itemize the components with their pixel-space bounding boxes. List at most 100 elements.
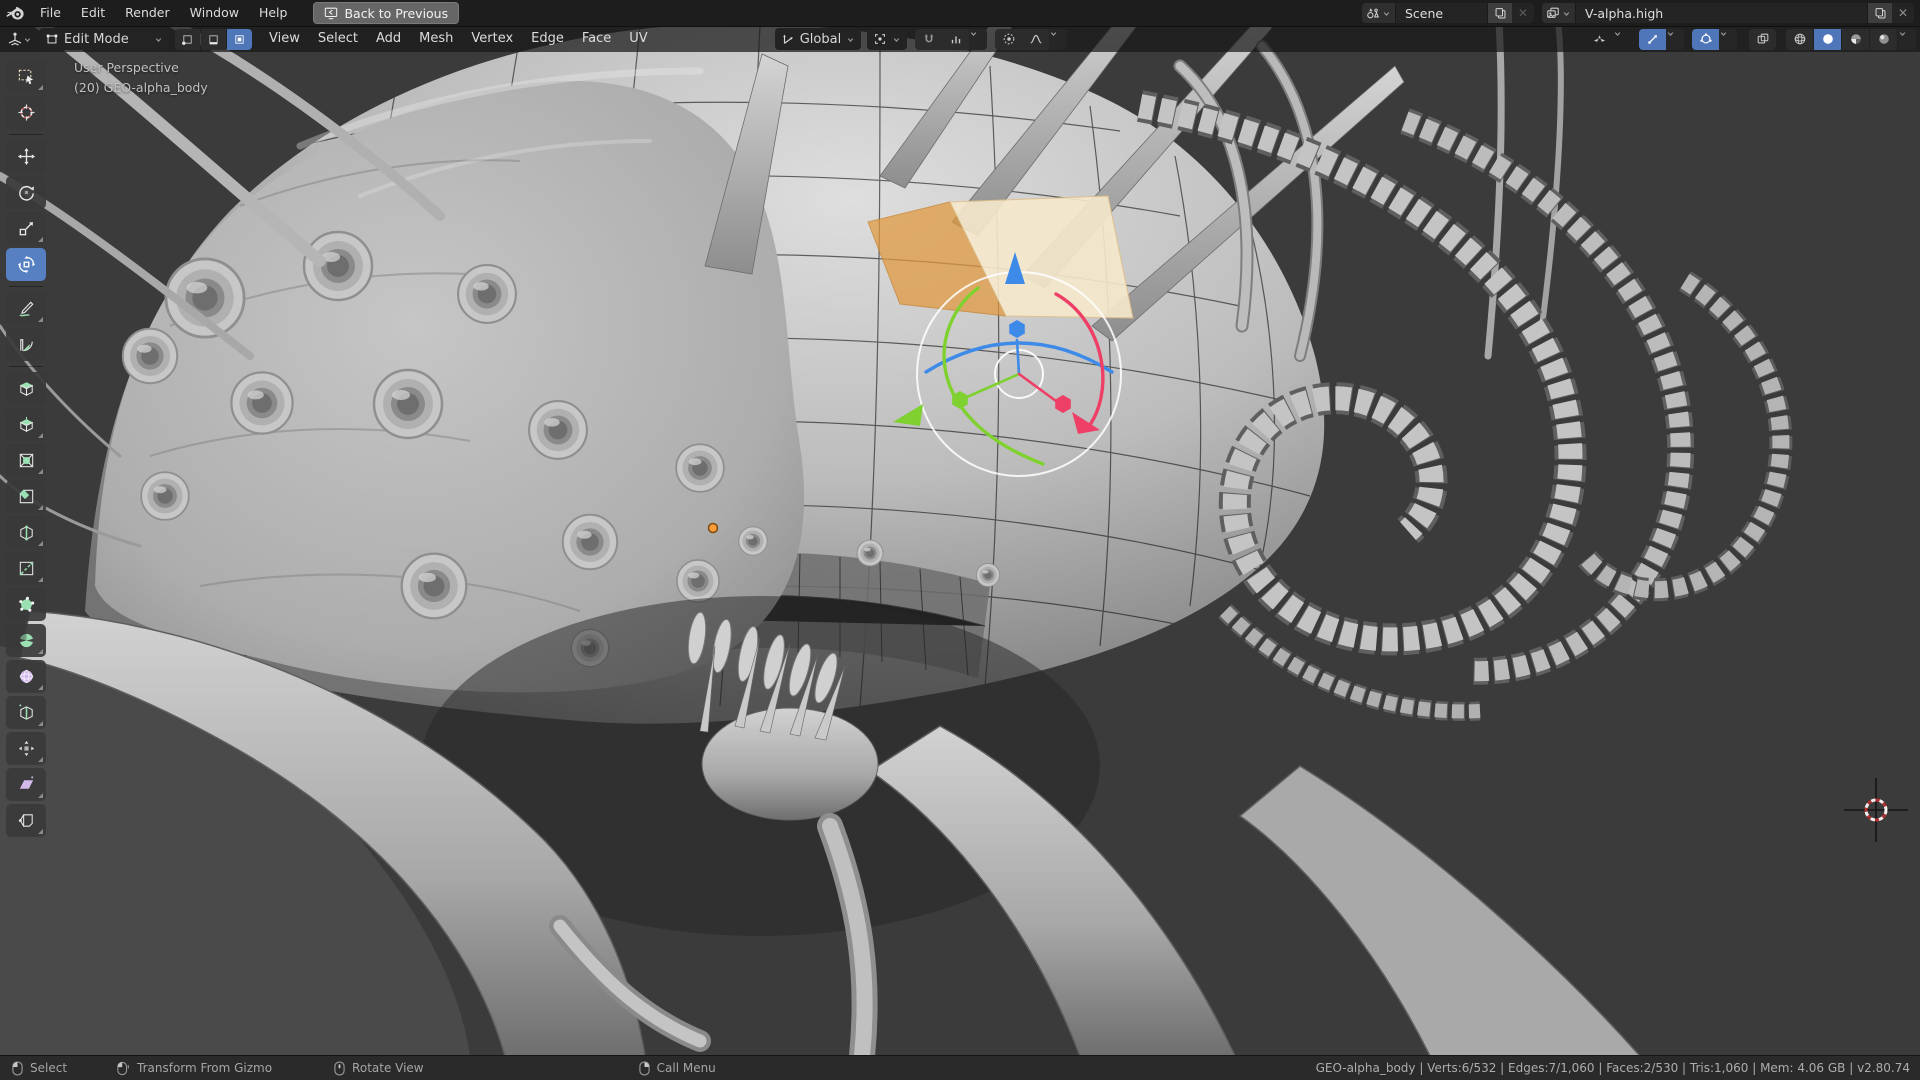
viewport-menu-edge[interactable]: Edge <box>522 26 573 52</box>
inset-faces-icon <box>17 451 36 470</box>
keymap-hint-rotate-view: Rotate View <box>334 1061 424 1076</box>
face-select-mode-button[interactable] <box>227 29 252 50</box>
viewport-header: Edit Mode View Select Add Mesh Vertex Ed… <box>0 26 1920 52</box>
mode-dropdown[interactable]: Edit Mode <box>39 28 169 50</box>
pivot-point-icon <box>873 32 887 46</box>
shading-material-button[interactable] <box>1842 29 1869 50</box>
tool-shrink-fatten-button[interactable] <box>6 732 46 765</box>
scene-browse-button[interactable] <box>1362 3 1396 23</box>
show-gizmos-toggle[interactable] <box>1639 29 1666 50</box>
tool-annotate-button[interactable] <box>6 292 46 325</box>
menu-render[interactable]: Render <box>115 0 180 26</box>
view-layer-name-field[interactable]: V-alpha.high <box>1576 6 1867 21</box>
snap-with-button[interactable] <box>942 29 969 50</box>
show-overlays-toggle[interactable] <box>1692 29 1719 50</box>
tool-add-cube-button[interactable] <box>6 372 46 405</box>
new-view-layer-button[interactable] <box>1867 3 1892 23</box>
menu-edit[interactable]: Edit <box>71 0 115 26</box>
proportional-editing-toggle[interactable] <box>995 29 1022 50</box>
transform-orientation-dropdown[interactable]: Global <box>775 28 861 50</box>
edge-slide-icon <box>17 703 36 722</box>
tool-inset-faces-button[interactable] <box>6 444 46 477</box>
chevron-down-icon[interactable] <box>1666 29 1684 50</box>
tool-spin-button[interactable] <box>6 624 46 657</box>
tool-shear-button[interactable] <box>6 768 46 801</box>
vertex-select-mode-button[interactable] <box>175 29 200 50</box>
xray-toggle[interactable] <box>1749 29 1776 50</box>
shading-wireframe-button[interactable] <box>1786 29 1813 50</box>
proportional-falloff-button[interactable] <box>1022 29 1049 50</box>
xray-toggle-group <box>1749 29 1776 50</box>
active-object-label: (20) GEO-alpha_body <box>74 78 208 98</box>
3d-viewport[interactable]: Edit Mode View Select Add Mesh Vertex Ed… <box>0 26 1920 1056</box>
tool-rip-region-button[interactable] <box>6 804 46 837</box>
chevron-down-icon[interactable] <box>1898 29 1916 50</box>
mouse-left-button-icon <box>12 1061 23 1076</box>
scene-icon <box>1366 6 1380 20</box>
select-box-icon <box>17 67 36 86</box>
scene-statistics: GEO-alpha_body | Verts:6/532 | Edges:7/1… <box>1316 1061 1920 1075</box>
orientation-axes-icon <box>781 32 795 46</box>
hint-label: Select <box>30 1061 67 1075</box>
viewport-menu-add[interactable]: Add <box>367 26 410 52</box>
tool-loop-cut-button[interactable] <box>6 516 46 549</box>
chevron-down-icon[interactable] <box>1719 29 1737 50</box>
pivot-point-dropdown[interactable] <box>867 28 907 50</box>
editor-type-button[interactable] <box>4 28 35 50</box>
keymap-hint-select: Select <box>12 1061 67 1076</box>
edit-mode-icon <box>45 32 59 46</box>
tool-edge-slide-button[interactable] <box>6 696 46 729</box>
viewport-menu-mesh[interactable]: Mesh <box>410 26 462 52</box>
back-to-previous-button[interactable]: Back to Previous <box>313 2 459 24</box>
blender-logo-icon[interactable] <box>0 3 30 24</box>
snap-toggle-button[interactable] <box>915 29 942 50</box>
tool-scale-button[interactable] <box>6 212 46 245</box>
show-gizmo-dropdown[interactable] <box>1586 29 1631 50</box>
viewport-menu-vertex[interactable]: Vertex <box>462 26 522 52</box>
gizmo-select-icon <box>1586 29 1613 50</box>
viewport-menu-view[interactable]: View <box>260 26 309 52</box>
scene-selector: Scene ✕ <box>1362 3 1534 23</box>
tool-poly-build-button[interactable] <box>6 588 46 621</box>
viewport-info-overlay: User Perspective (20) GEO-alpha_body <box>74 58 208 98</box>
chevron-down-icon[interactable] <box>1049 29 1067 50</box>
chevron-down-icon <box>1562 9 1571 18</box>
spin-icon <box>17 631 36 650</box>
viewport-shading-group <box>1786 29 1916 50</box>
gizmos-toggle-group <box>1639 29 1684 50</box>
tool-select-box-button[interactable] <box>6 60 46 93</box>
mouse-left-drag-icon <box>117 1061 130 1076</box>
viewport-menu-face[interactable]: Face <box>573 26 620 52</box>
proportional-edit-group <box>995 29 1067 50</box>
status-bar: Select Transform From Gizmo Rotate View … <box>0 1055 1920 1080</box>
transform-icon <box>17 255 36 274</box>
viewport-menu-uv[interactable]: UV <box>620 26 656 52</box>
tool-cursor-button[interactable] <box>6 96 46 129</box>
viewport-menu-select[interactable]: Select <box>309 26 367 52</box>
shading-solid-button[interactable] <box>1814 29 1841 50</box>
mouse-right-button-icon <box>639 1061 650 1076</box>
scene-name-field[interactable]: Scene <box>1396 6 1487 21</box>
tool-measure-button[interactable] <box>6 328 46 361</box>
tool-bevel-button[interactable] <box>6 480 46 513</box>
tool-move-button[interactable] <box>6 140 46 173</box>
hint-label: Rotate View <box>352 1061 424 1075</box>
edge-select-mode-button[interactable] <box>201 29 226 50</box>
shading-rendered-button[interactable] <box>1870 29 1897 50</box>
tool-smooth-button[interactable] <box>6 660 46 693</box>
menu-file[interactable]: File <box>30 0 71 26</box>
tool-extrude-region-button[interactable] <box>6 408 46 441</box>
tool-transform-button[interactable] <box>6 248 46 281</box>
tool-knife-button[interactable] <box>6 552 46 585</box>
remove-view-layer-button[interactable]: ✕ <box>1892 3 1914 23</box>
menu-window[interactable]: Window <box>180 0 249 26</box>
keymap-hint-call-menu: Call Menu <box>639 1061 716 1076</box>
chevron-down-icon <box>1382 9 1391 18</box>
new-scene-button[interactable] <box>1487 3 1512 23</box>
orientation-label: Global <box>800 32 841 47</box>
view-layer-browse-button[interactable] <box>1542 3 1576 23</box>
mesh-select-mode-group <box>175 29 252 50</box>
chevron-down-icon[interactable] <box>969 29 987 50</box>
tool-rotate-button[interactable] <box>6 176 46 209</box>
menu-help[interactable]: Help <box>249 0 298 26</box>
